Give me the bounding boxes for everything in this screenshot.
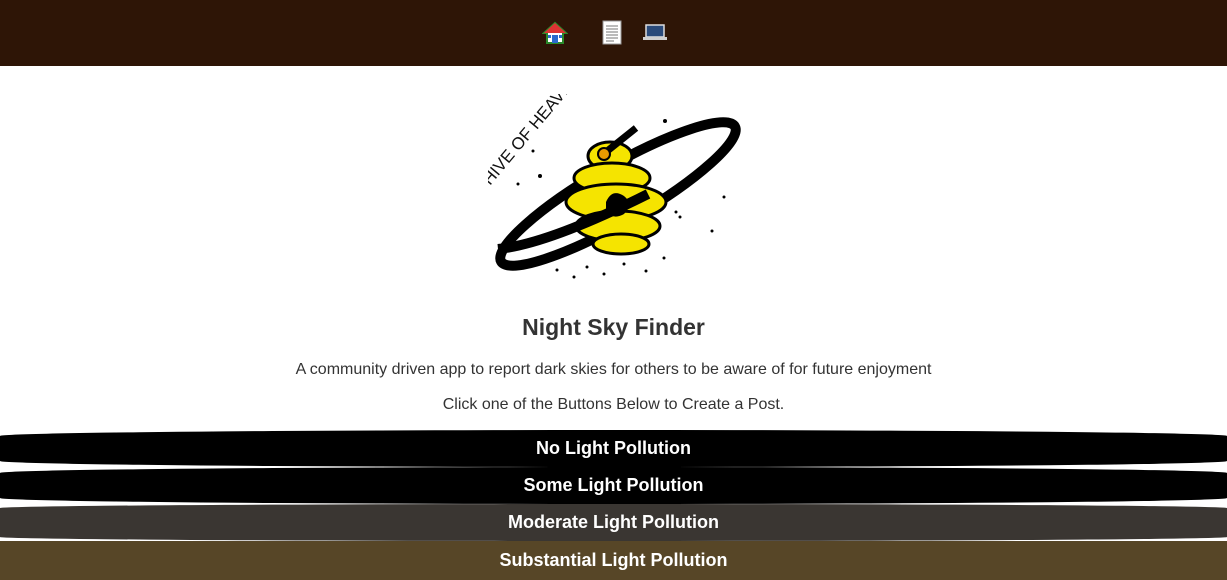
- logo-text: HIVE OF HEAVEN: [488, 94, 584, 189]
- instruction-text: Click one of the Buttons Below to Create…: [442, 396, 785, 413]
- tagline: A community driven app to report dark sk…: [295, 361, 932, 378]
- substantial-light-pollution-button[interactable]: Substantial Light Pollution: [0, 541, 1227, 580]
- moderate-light-pollution-button[interactable]: Moderate Light Pollution: [0, 504, 1227, 541]
- logo-image: HIVE OF HEAVEN: [479, 68, 741, 279]
- page-title: Night Sky Finder: [522, 314, 705, 340]
- document-icon[interactable]: [599, 20, 625, 46]
- hive-of-heaven-logo: HIVE OF HEAVEN: [479, 68, 748, 284]
- some-light-pollution-button[interactable]: Some Light Pollution: [0, 467, 1227, 504]
- no-light-pollution-button[interactable]: No Light Pollution: [0, 430, 1227, 467]
- laptop-icon[interactable]: [642, 20, 668, 46]
- top-nav: [0, 0, 1227, 66]
- house-icon[interactable]: [542, 20, 568, 46]
